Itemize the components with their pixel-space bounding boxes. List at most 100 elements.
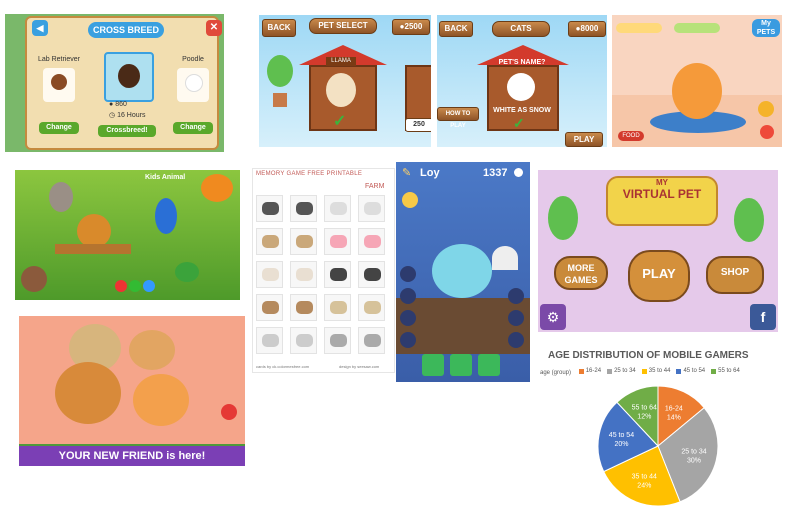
play-tab-button[interactable]: [478, 354, 500, 376]
ball-icon[interactable]: [221, 404, 237, 420]
crossbreed-close-button[interactable]: ✕: [206, 20, 222, 36]
crossbreed-change-left-button[interactable]: Change: [39, 122, 79, 134]
cats-back-button[interactable]: BACK: [439, 21, 473, 37]
loy-pet-name: Loy: [420, 167, 440, 179]
legend-label: 45 to 54: [683, 368, 706, 374]
frog-icon[interactable]: [175, 262, 199, 282]
virtual-pet-logo-my: MY: [656, 178, 668, 187]
camera-icon[interactable]: [400, 288, 416, 304]
memory-card[interactable]: [358, 261, 385, 288]
trophy-icon[interactable]: [508, 288, 524, 304]
pie-label-value-2: 24%: [637, 483, 651, 490]
cat-room-orange-cat[interactable]: [672, 63, 722, 119]
crossbreed-screenshot[interactable]: ◀ CROSS BREED ✕ Lab Retriever Poodle ● 8…: [5, 14, 224, 152]
pencil-icon[interactable]: ✎: [402, 166, 411, 179]
virtual-pet-shop-button[interactable]: SHOP: [706, 256, 764, 294]
cats-play-button[interactable]: PLAY: [565, 132, 603, 147]
cats-screenshot[interactable]: BACK CATS ●8000 PET'S NAME? HOW TO PLAY …: [437, 15, 607, 147]
red-ball-icon[interactable]: [115, 280, 127, 292]
memory-card[interactable]: [290, 228, 317, 255]
memory-card[interactable]: [256, 195, 283, 222]
energy-meter: [674, 23, 720, 33]
squirrel-icon[interactable]: [49, 182, 73, 212]
gamepad-icon[interactable]: [508, 310, 524, 326]
memory-card[interactable]: [256, 327, 283, 354]
green-ball-icon[interactable]: [129, 280, 141, 292]
pet-select-coins: ●2500: [392, 19, 430, 35]
memory-card[interactable]: [256, 261, 283, 288]
crossbreed-action-button[interactable]: Crossbreed!: [98, 125, 156, 137]
farm-animal-icon: [296, 334, 313, 347]
lion-icon[interactable]: [77, 214, 111, 248]
kitten-icon[interactable]: [133, 374, 189, 426]
blue-ball-icon[interactable]: [143, 280, 155, 292]
memory-card[interactable]: [324, 327, 351, 354]
virtual-pet-more-games-button[interactable]: MORE GAMES: [554, 256, 608, 290]
kids-animals-screenshot[interactable]: Kids Animal: [15, 170, 240, 300]
memory-card[interactable]: [290, 195, 317, 222]
shop-icon[interactable]: [508, 332, 524, 348]
pet-select-llama[interactable]: [326, 73, 356, 107]
cats-how-to-play-button[interactable]: HOW TO PLAY: [437, 107, 479, 129]
crossbreed-change-right-button[interactable]: Change: [173, 122, 213, 134]
coin-icon[interactable]: [758, 101, 774, 117]
pie-label-value-0: 14%: [667, 414, 681, 421]
wardrobe-tab-button[interactable]: [450, 354, 472, 376]
pie-label-value-3: 20%: [614, 441, 628, 448]
hedgehog-icon[interactable]: [21, 266, 47, 292]
memory-card[interactable]: [324, 228, 351, 255]
pie-chart: 16-24 14% 25 to 34 30% 35 to 44 24% 45 to 54 20…: [597, 385, 719, 507]
kids-animals-sign: Kids Animal: [145, 174, 186, 181]
star-icon[interactable]: [402, 192, 418, 208]
cat-room-food-bowl[interactable]: FOOD: [618, 131, 644, 141]
memory-card[interactable]: [324, 261, 351, 288]
cats-white-cat[interactable]: [507, 73, 535, 101]
memory-card[interactable]: [324, 195, 351, 222]
memory-card[interactable]: [290, 294, 317, 321]
puppy-icon[interactable]: [55, 362, 121, 424]
memory-card[interactable]: [358, 294, 385, 321]
farm-animal-icon: [364, 268, 381, 281]
facebook-button[interactable]: f: [750, 304, 776, 330]
memory-card[interactable]: [324, 294, 351, 321]
memory-card[interactable]: [358, 327, 385, 354]
memory-game-printable[interactable]: MEMORY GAME FREE PRINTABLE FARM cards by…: [252, 168, 395, 373]
memory-footer-left: cards by ck.colormesfree.com: [256, 364, 310, 369]
pie-label-category-4: 55 to 64: [632, 404, 657, 411]
pet-select-back-button[interactable]: BACK: [262, 19, 296, 37]
memory-card[interactable]: [290, 327, 317, 354]
new-friend-screenshot[interactable]: YOUR NEW FRIEND is here!: [19, 316, 245, 466]
checkmark-icon[interactable]: ✓: [333, 111, 346, 131]
settings-icon[interactable]: ⚙: [540, 304, 566, 330]
hamster-icon[interactable]: [129, 330, 175, 370]
tiger-icon[interactable]: [201, 174, 233, 202]
loy-blob-pet[interactable]: [432, 244, 492, 298]
memory-card[interactable]: [256, 228, 283, 255]
memory-card[interactable]: [256, 294, 283, 321]
memory-header-left: MEMORY GAME FREE PRINTABLE: [256, 171, 363, 177]
crossbreed-back-button[interactable]: ◀: [32, 20, 48, 36]
loy-pet-screenshot[interactable]: ✎ Loy 1337: [396, 162, 530, 382]
pet-select-title: PET SELECT: [309, 18, 377, 34]
pie-label-value-4: 12%: [637, 413, 651, 420]
new-friend-background: [19, 316, 245, 444]
virtual-pet-screenshot[interactable]: MY VIRTUAL PET MORE GAMES PLAY SHOP ⚙ f: [538, 170, 778, 332]
memory-card[interactable]: [358, 195, 385, 222]
cat-room-screenshot[interactable]: My PETS FOOD: [612, 15, 782, 147]
pie-label-category-1: 25 to 34: [681, 448, 706, 455]
memory-card[interactable]: [290, 261, 317, 288]
pet-select-screenshot[interactable]: BACK PET SELECT ●2500 LLAMA ✓ 250: [259, 15, 431, 147]
virtual-pet-play-button[interactable]: PLAY: [628, 250, 690, 302]
alert-icon[interactable]: [400, 332, 416, 348]
side-star-icon[interactable]: [400, 266, 416, 282]
cats-name-question: PET'S NAME?: [498, 59, 546, 66]
memory-card[interactable]: [358, 228, 385, 255]
farm-animal-icon: [262, 202, 279, 215]
ball-icon[interactable]: [760, 125, 774, 139]
food-tab-button[interactable]: [422, 354, 444, 376]
pencil-tool-icon[interactable]: [400, 310, 416, 326]
farm-animal-icon: [296, 301, 313, 314]
peacock-icon[interactable]: [155, 198, 177, 234]
loy-score: 1337: [483, 167, 508, 179]
checkmark-icon[interactable]: ✓: [513, 115, 525, 132]
